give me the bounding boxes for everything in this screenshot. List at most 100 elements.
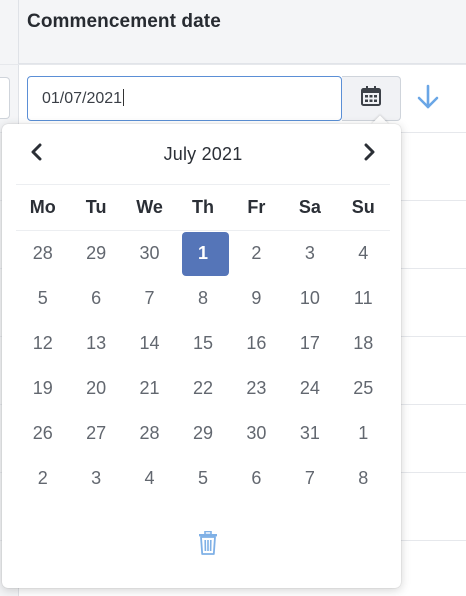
calendar-day-number: 14: [139, 333, 160, 353]
calendar-day[interactable]: 29: [69, 231, 122, 276]
calendar-day[interactable]: 12: [16, 321, 69, 366]
text-caret: [123, 89, 125, 106]
calendar-day-number: 9: [251, 288, 262, 308]
calendar-day-number: 24: [299, 378, 320, 398]
calendar-day[interactable]: 30: [123, 231, 176, 276]
datepicker-header: July 2021: [16, 124, 390, 185]
calendar-day[interactable]: 16: [230, 321, 283, 366]
calendar-day-number: 10: [299, 288, 320, 308]
arrow-down-icon: [417, 84, 439, 115]
calendar-day[interactable]: 17: [283, 321, 336, 366]
weekday-label: Tu: [85, 197, 107, 217]
calendar-day[interactable]: 6: [230, 456, 283, 501]
calendar-day[interactable]: 31: [283, 411, 336, 456]
calendar-day[interactable]: 11: [337, 276, 390, 321]
previous-month-button[interactable]: [16, 134, 56, 174]
calendar-day[interactable]: 5: [16, 276, 69, 321]
calendar-icon: [360, 85, 382, 112]
calendar-day[interactable]: 5: [176, 456, 229, 501]
screen: Commencement date 01/07/2021 July 2021 M…: [0, 0, 466, 596]
row-divider: [0, 64, 466, 65]
calendar-day-number: 2: [251, 243, 262, 263]
calendar-day[interactable]: 15: [176, 321, 229, 366]
clear-date-button[interactable]: [195, 530, 221, 560]
commencement-date-input[interactable]: 01/07/2021: [27, 76, 342, 121]
chevron-right-icon: [363, 143, 377, 166]
calendar-day[interactable]: 20: [69, 366, 122, 411]
trash-icon: [198, 530, 218, 560]
calendar-day-number: 17: [299, 333, 320, 353]
calendar-day[interactable]: 4: [123, 456, 176, 501]
calendar-day-number: 3: [304, 243, 315, 263]
calendar-day[interactable]: 9: [230, 276, 283, 321]
calendar-day-selected[interactable]: 1: [176, 231, 229, 276]
calendar-day-number: 16: [246, 333, 267, 353]
calendar-day-number: 1: [197, 243, 208, 263]
calendar-day-number: 6: [251, 468, 262, 488]
weekday-header-row: Mo Tu We Th Fr Sa Su: [16, 185, 390, 231]
calendar-day-number: 6: [91, 288, 102, 308]
calendar-day[interactable]: 13: [69, 321, 122, 366]
calendar-day-number: 18: [353, 333, 374, 353]
calendar-day-number: 29: [192, 423, 213, 443]
calendar-day[interactable]: 21: [123, 366, 176, 411]
calendar-day-number: 11: [353, 288, 373, 308]
calendar-day-number: 22: [192, 378, 213, 398]
calendar-day[interactable]: 22: [176, 366, 229, 411]
calendar-day[interactable]: 28: [16, 231, 69, 276]
calendar-day-number: 4: [358, 243, 369, 263]
adjacent-cell-input[interactable]: [0, 77, 10, 119]
calendar-day[interactable]: 19: [16, 366, 69, 411]
calendar-day[interactable]: 8: [176, 276, 229, 321]
weekday-label: Th: [191, 197, 214, 217]
calendar-day-number: 23: [246, 378, 267, 398]
calendar-day[interactable]: 7: [283, 456, 336, 501]
calendar-day[interactable]: 28: [123, 411, 176, 456]
calendar-day[interactable]: 8: [337, 456, 390, 501]
calendar-day[interactable]: 26: [16, 411, 69, 456]
calendar-day[interactable]: 29: [176, 411, 229, 456]
calendar-day-number: 25: [353, 378, 374, 398]
calendar-day-number: 28: [32, 243, 53, 263]
calendar-day-number: 31: [299, 423, 320, 443]
calendar-day[interactable]: 1: [337, 411, 390, 456]
calendar-day[interactable]: 30: [230, 411, 283, 456]
calendar-day-number: 30: [246, 423, 267, 443]
calendar-day-number: 26: [32, 423, 53, 443]
calendar-day[interactable]: 3: [283, 231, 336, 276]
column-header-title: Commencement date: [27, 11, 221, 32]
calendar-day-number: 4: [144, 468, 155, 488]
calendar-day-number: 7: [144, 288, 155, 308]
calendar-day-number: 12: [32, 333, 53, 353]
sort-descending-button[interactable]: [416, 84, 440, 114]
calendar-day[interactable]: 10: [283, 276, 336, 321]
calendar-day[interactable]: 14: [123, 321, 176, 366]
month-year-label[interactable]: July 2021: [164, 144, 243, 165]
calendar-day-number: 20: [86, 378, 107, 398]
column-header[interactable]: Commencement date: [19, 0, 466, 64]
weekday-label: Sa: [298, 197, 321, 217]
calendar-day-number: 21: [139, 378, 160, 398]
weekday-label: Su: [351, 197, 375, 217]
next-month-button[interactable]: [350, 134, 390, 174]
calendar-day[interactable]: 2: [230, 231, 283, 276]
calendar-day[interactable]: 4: [337, 231, 390, 276]
calendar-day-number: 13: [86, 333, 107, 353]
calendar-day[interactable]: 23: [230, 366, 283, 411]
calendar-day[interactable]: 18: [337, 321, 390, 366]
calendar-day-number: 7: [304, 468, 315, 488]
calendar-day-number: 8: [197, 288, 208, 308]
calendar-day[interactable]: 6: [69, 276, 122, 321]
calendar-day[interactable]: 25: [337, 366, 390, 411]
calendar-day[interactable]: 27: [69, 411, 122, 456]
calendar-day-number: 5: [37, 288, 48, 308]
calendar-day-number: 3: [91, 468, 102, 488]
calendar-day-number: 15: [192, 333, 213, 353]
calendar-day[interactable]: 7: [123, 276, 176, 321]
calendar-toggle-button[interactable]: [342, 76, 401, 121]
calendar-day[interactable]: 3: [69, 456, 122, 501]
calendar-day-number: 27: [86, 423, 107, 443]
calendar-day[interactable]: 24: [283, 366, 336, 411]
calendar-day[interactable]: 2: [16, 456, 69, 501]
weekday-label: Fr: [247, 197, 266, 217]
